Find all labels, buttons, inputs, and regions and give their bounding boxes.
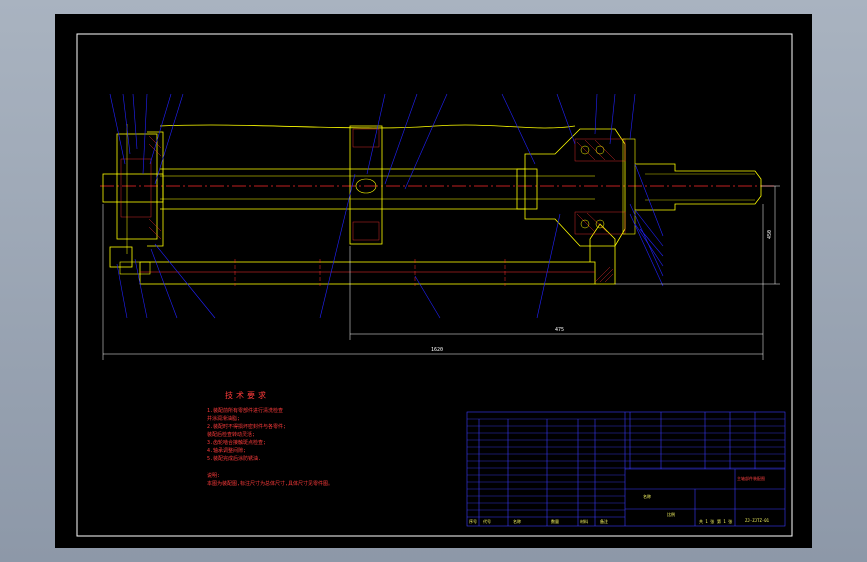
parts-list-header-cell: 材料 <box>580 519 588 524</box>
spindle-nose <box>635 163 762 211</box>
parts-list-header-cell: 代号 <box>483 519 491 524</box>
parts-list-rows <box>467 418 785 511</box>
sheet-count: 共 1 张 <box>699 519 715 524</box>
dimensions <box>102 185 780 360</box>
shaft-tube <box>159 124 595 210</box>
sheet-number: 第 1 张 <box>717 519 733 524</box>
scale-label: 比例 <box>667 512 675 517</box>
height-dimension: 450 <box>767 230 773 239</box>
note-line: 4.轴承调整间隙; <box>207 448 247 454</box>
note-line: 3.齿轮啮合接触斑点检查; <box>207 440 267 446</box>
base-bar <box>139 259 596 286</box>
drawing-title: 主轴部件装配图 <box>737 476 765 481</box>
inner-length-dimension: 475 <box>555 327 564 333</box>
gear <box>349 125 383 245</box>
title-block <box>466 411 786 527</box>
overall-length-dimension: 1620 <box>431 347 443 353</box>
left-housing <box>102 124 164 275</box>
remark-label: 说明: <box>207 473 221 479</box>
note-line: 并涂润滑油脂; <box>207 416 241 422</box>
note-line: 2.装配时不得损坏密封件与各零件; <box>207 424 287 430</box>
note-line: 1.装配前所有零部件进行清洗检查 <box>207 408 284 414</box>
notes-title: 技术要求 <box>225 391 269 400</box>
drawing-number: ZJ-ZJTZ-01 <box>745 518 770 523</box>
name-header: 名称 <box>643 494 651 499</box>
note-line: 5.装配完成后涂防锈油. <box>207 456 262 462</box>
drawing-sheet: 1620 475 450 技术要求 1.装配前所有零部件进行清洗检查 并涂润滑油… <box>55 14 812 548</box>
parts-list-header-cell: 序号 <box>469 519 477 524</box>
cad-drawing: 1620 475 450 <box>76 33 793 537</box>
parts-list-header-cell: 备注 <box>600 519 608 524</box>
parts-list-header-cell: 名称 <box>513 519 521 524</box>
right-support <box>589 223 616 285</box>
note-line: 装配后检查转动灵活; <box>207 432 256 438</box>
remark-text: 本图为装配图,标注尺寸为总体尺寸,具体尺寸见零件图。 <box>207 481 334 487</box>
right-bearing-housing <box>524 128 636 247</box>
drawing-frame <box>76 33 793 537</box>
parts-list-header-cell: 数量 <box>551 519 559 524</box>
